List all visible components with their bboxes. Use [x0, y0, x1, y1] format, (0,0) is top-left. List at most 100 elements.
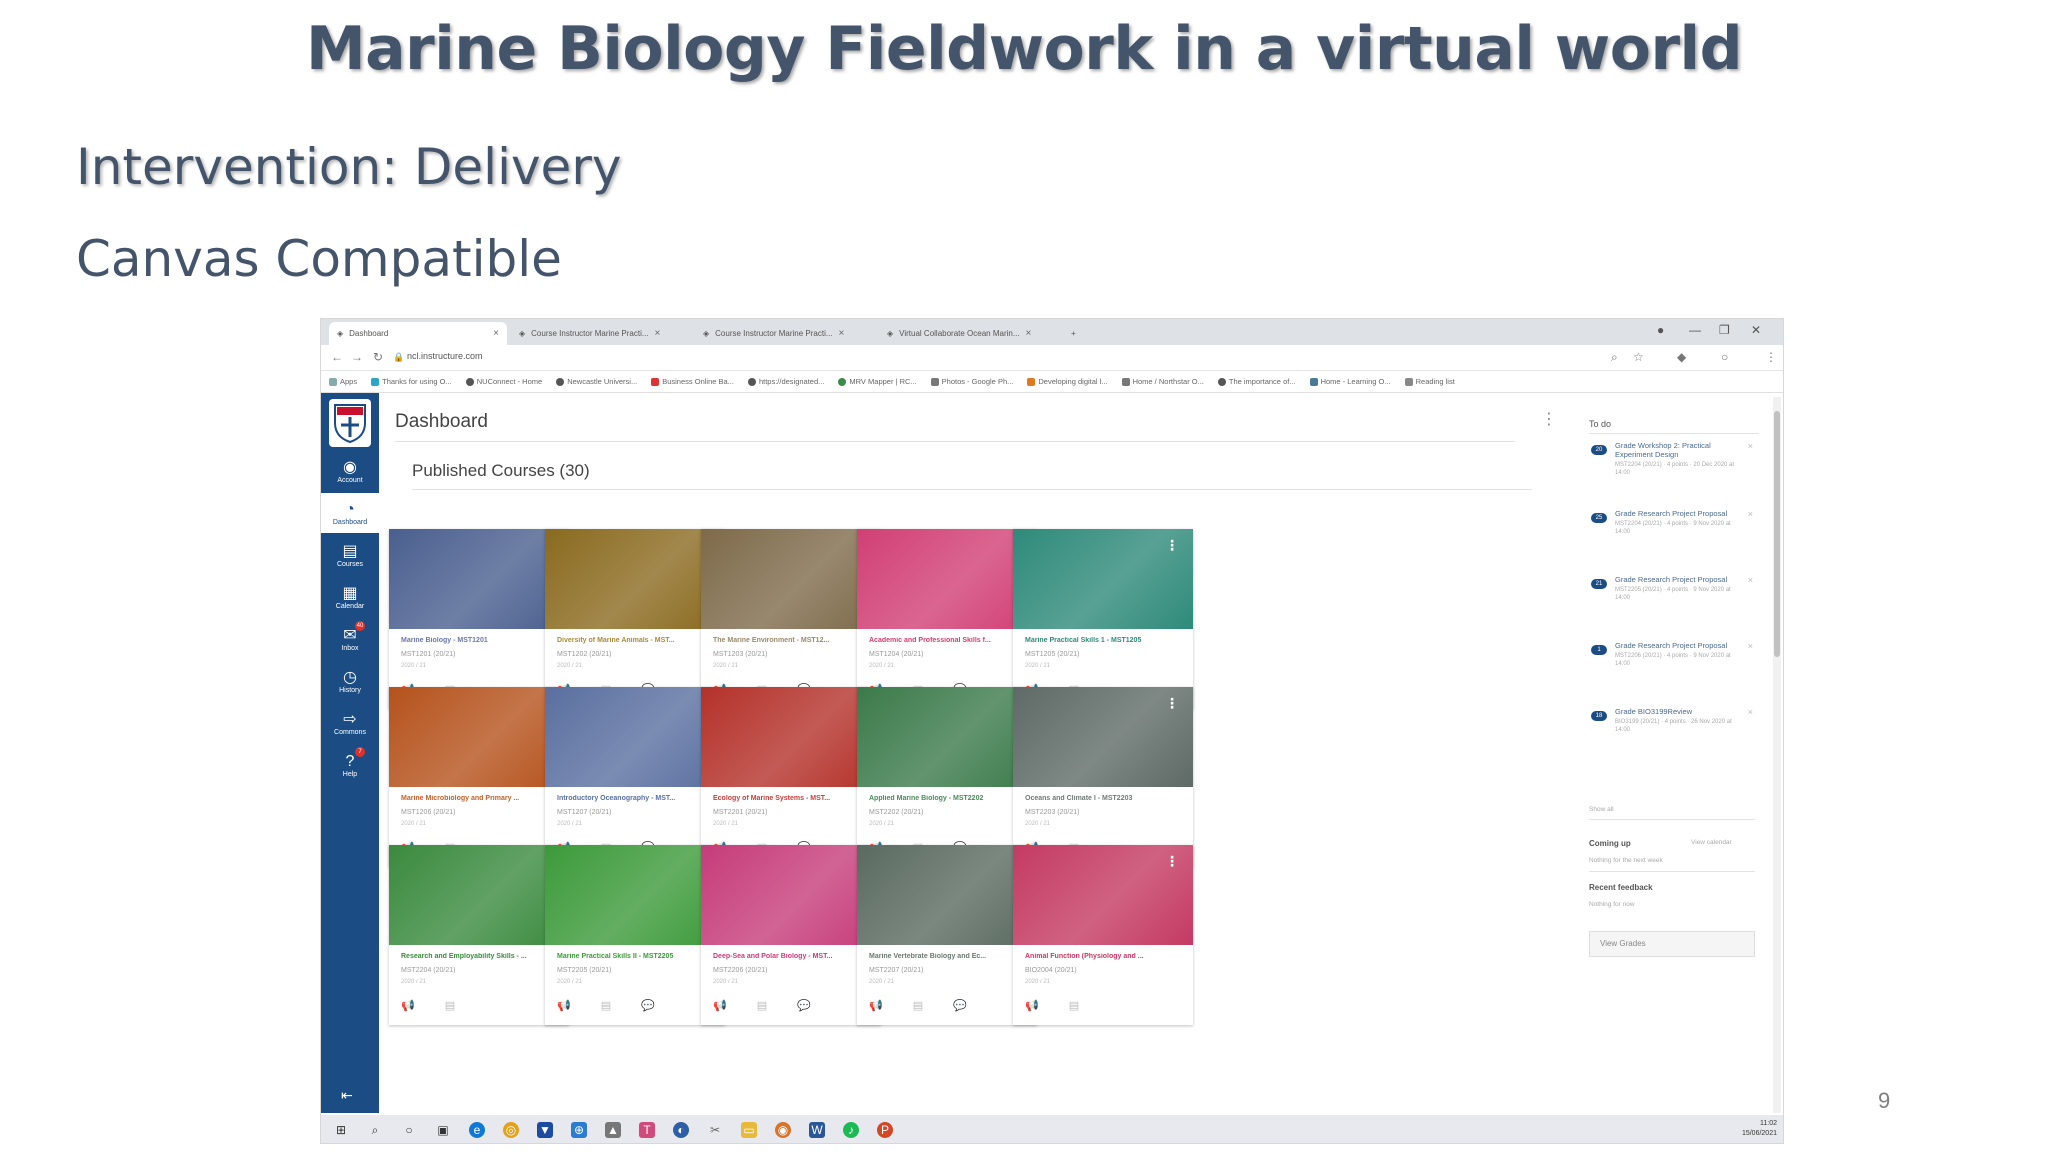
- minimize-icon[interactable]: —: [1689, 323, 1701, 337]
- browser-menu-icon[interactable]: ⋮: [1765, 350, 1777, 364]
- discussions-icon[interactable]: 💬: [641, 999, 655, 1012]
- course-card[interactable]: ⋮Marine Microbiology and Primary ...MST1…: [389, 687, 569, 867]
- file-explorer-icon[interactable]: ▭: [741, 1122, 757, 1138]
- bookmark-item[interactable]: Home / Northstar O...: [1121, 377, 1204, 386]
- university-logo[interactable]: [329, 399, 371, 447]
- course-name[interactable]: Ecology of Marine Systems - MST...: [713, 795, 873, 802]
- chrome-icon[interactable]: ◎: [503, 1122, 519, 1138]
- todo-text[interactable]: Grade BIO3199Review: [1615, 707, 1735, 716]
- browser-tab-dashboard[interactable]: ◈ Dashboard ×: [329, 322, 507, 345]
- todo-item[interactable]: 21 Grade Research Project Proposal MST2205…: [1589, 573, 1759, 633]
- todo-text[interactable]: Grade Research Project Proposal: [1615, 509, 1735, 518]
- card-options-icon[interactable]: ⋮: [1165, 853, 1179, 870]
- dismiss-icon[interactable]: ×: [1748, 441, 1753, 451]
- announcements-icon[interactable]: 📢: [557, 999, 571, 1012]
- course-name[interactable]: Marine Microbiology and Primary ...: [401, 795, 561, 802]
- bookmark-item[interactable]: Developing digital l...: [1027, 377, 1108, 386]
- course-card[interactable]: ⋮Research and Employability Skills - ...…: [389, 845, 569, 1025]
- word-icon[interactable]: W: [809, 1122, 825, 1138]
- course-card[interactable]: ⋮Diversity of Marine Animals - MST...MST…: [545, 529, 725, 709]
- nav-courses[interactable]: ▤ Courses: [321, 535, 379, 575]
- nav-inbox[interactable]: ✉ 40 Inbox: [321, 619, 379, 659]
- browser-tab-course-3[interactable]: ◈ Virtual Collaborate Ocean Marin... ×: [879, 322, 1059, 345]
- reload-icon[interactable]: ↻: [373, 350, 383, 364]
- course-name[interactable]: Applied Marine Biology - MST2202: [869, 795, 1029, 802]
- maximize-icon[interactable]: ❐: [1719, 323, 1730, 337]
- bookmark-item[interactable]: Photos - Google Ph...: [930, 377, 1013, 386]
- bookmark-item[interactable]: The importance of...: [1217, 377, 1296, 386]
- snip-icon[interactable]: ✂: [707, 1122, 723, 1138]
- app-icon[interactable]: ▲: [605, 1122, 621, 1138]
- search-icon[interactable]: ⌕: [1611, 350, 1618, 365]
- task-view-icon[interactable]: ▣: [435, 1122, 451, 1138]
- nav-help[interactable]: ? 7 Help: [321, 745, 379, 785]
- browser-tab-course-2[interactable]: ◈ Course Instructor Marine Practi... ×: [695, 322, 875, 345]
- todo-text[interactable]: Grade Workshop 2: Practical Experiment D…: [1615, 441, 1735, 459]
- windows-start-icon[interactable]: ⊞: [333, 1122, 349, 1138]
- discussions-icon[interactable]: 💬: [797, 999, 811, 1012]
- bookmark-item[interactable]: NUConnect - Home: [465, 377, 542, 386]
- assignments-icon[interactable]: ▤: [757, 999, 767, 1012]
- bookmark-item[interactable]: Business Online Ba...: [651, 377, 734, 386]
- announcements-icon[interactable]: 📢: [869, 999, 883, 1012]
- todo-link[interactable]: Grade Workshop 2: Practical Experiment D…: [1615, 441, 1735, 477]
- announcements-icon[interactable]: 📢: [713, 999, 727, 1012]
- close-icon[interactable]: ×: [493, 328, 499, 339]
- close-window-icon[interactable]: ✕: [1751, 323, 1761, 337]
- back-icon[interactable]: ←: [331, 350, 343, 364]
- cortana-icon[interactable]: ○: [401, 1122, 417, 1138]
- course-name[interactable]: Academic and Professional Skills f...: [869, 637, 1029, 644]
- todo-link[interactable]: Grade BIO3199Review BIO3199 (20/21) · 4 p…: [1615, 707, 1735, 734]
- todo-item[interactable]: 18 Grade BIO3199Review BIO3199 (20/21) · 4…: [1589, 705, 1759, 765]
- todo-link[interactable]: Grade Research Project Proposal MST2206 (…: [1615, 641, 1735, 668]
- dismiss-icon[interactable]: ×: [1748, 641, 1753, 651]
- show-all-link[interactable]: Show all: [1589, 806, 1614, 813]
- announcements-icon[interactable]: 📢: [401, 999, 415, 1012]
- nav-commons[interactable]: ⇨ Commons: [321, 703, 379, 743]
- course-card[interactable]: ⋮ Oceans and Climate I - MST2203 MST2203 (…: [1013, 687, 1193, 867]
- todo-text[interactable]: Grade Research Project Proposal: [1615, 641, 1735, 650]
- course-card[interactable]: ⋮Academic and Professional Skills f...MS…: [857, 529, 1037, 709]
- course-card[interactable]: ⋮Introductory Oceanography - MST...MST12…: [545, 687, 725, 867]
- system-clock[interactable]: 11:02 15/06/2021: [1742, 1119, 1777, 1139]
- star-icon[interactable]: ☆: [1633, 350, 1644, 364]
- course-card[interactable]: ⋮Marine Biology - MST1201MST1201 (20/21)…: [389, 529, 569, 709]
- close-icon[interactable]: ×: [655, 328, 661, 339]
- course-card[interactable]: ⋮Marine Vertebrate Biology and Ec...MST2…: [857, 845, 1037, 1025]
- course-name[interactable]: Marine Biology - MST1201: [401, 637, 561, 644]
- bookmark-item[interactable]: Thanks for using O...: [371, 377, 452, 386]
- profile-icon[interactable]: ●: [1657, 323, 1664, 337]
- url-field[interactable]: ncl.instructure.com: [407, 351, 483, 361]
- course-name[interactable]: Marine Practical Skills 1 - MST1205: [1025, 637, 1185, 644]
- spotify-icon[interactable]: ♪: [843, 1122, 859, 1138]
- course-name[interactable]: Deep-Sea and Polar Biology - MST...: [713, 953, 873, 960]
- bookmark-item[interactable]: Home - Learning O...: [1309, 377, 1391, 386]
- search-icon[interactable]: ⌕: [367, 1122, 383, 1138]
- course-name[interactable]: Marine Practical Skills II - MST2205: [557, 953, 717, 960]
- course-card[interactable]: ⋮Ecology of Marine Systems - MST...MST22…: [701, 687, 881, 867]
- network-icon[interactable]: ⊕: [571, 1122, 587, 1138]
- card-options-icon[interactable]: ⋮: [1165, 537, 1179, 554]
- course-card[interactable]: ⋮ Marine Practical Skills 1 - MST1205 MST1…: [1013, 529, 1193, 709]
- powerpoint-icon[interactable]: P: [877, 1122, 893, 1138]
- bookmark-item[interactable]: Newcastle Universi...: [556, 377, 637, 386]
- card-options-icon[interactable]: ⋮: [1165, 695, 1179, 712]
- new-tab-button[interactable]: +: [1063, 322, 1084, 345]
- todo-text[interactable]: Grade Research Project Proposal: [1615, 575, 1735, 584]
- nav-dashboard[interactable]: ◔ Dashboard: [321, 493, 379, 533]
- defender-icon[interactable]: ▼: [537, 1122, 553, 1138]
- course-name[interactable]: Animal Function (Physiology and ...: [1025, 953, 1185, 960]
- course-name[interactable]: Research and Employability Skills - ...: [401, 953, 561, 960]
- extension-icon[interactable]: ◆: [1677, 350, 1686, 364]
- course-name[interactable]: Diversity of Marine Animals - MST...: [557, 637, 717, 644]
- bookmark-reading-list[interactable]: Reading list: [1404, 377, 1455, 386]
- todo-item[interactable]: 1 Grade Research Project Proposal MST2206 …: [1589, 639, 1759, 699]
- dismiss-icon[interactable]: ×: [1748, 575, 1753, 585]
- dashboard-options-icon[interactable]: ⋮: [1541, 409, 1557, 429]
- assignments-icon[interactable]: ▤: [445, 999, 455, 1012]
- dismiss-icon[interactable]: ×: [1748, 509, 1753, 519]
- announcements-icon[interactable]: 📢: [1025, 999, 1039, 1012]
- view-grades-button[interactable]: View Grades: [1589, 931, 1755, 957]
- firefox-icon[interactable]: ◉: [775, 1122, 791, 1138]
- course-card[interactable]: ⋮Deep-Sea and Polar Biology - MST...MST2…: [701, 845, 881, 1025]
